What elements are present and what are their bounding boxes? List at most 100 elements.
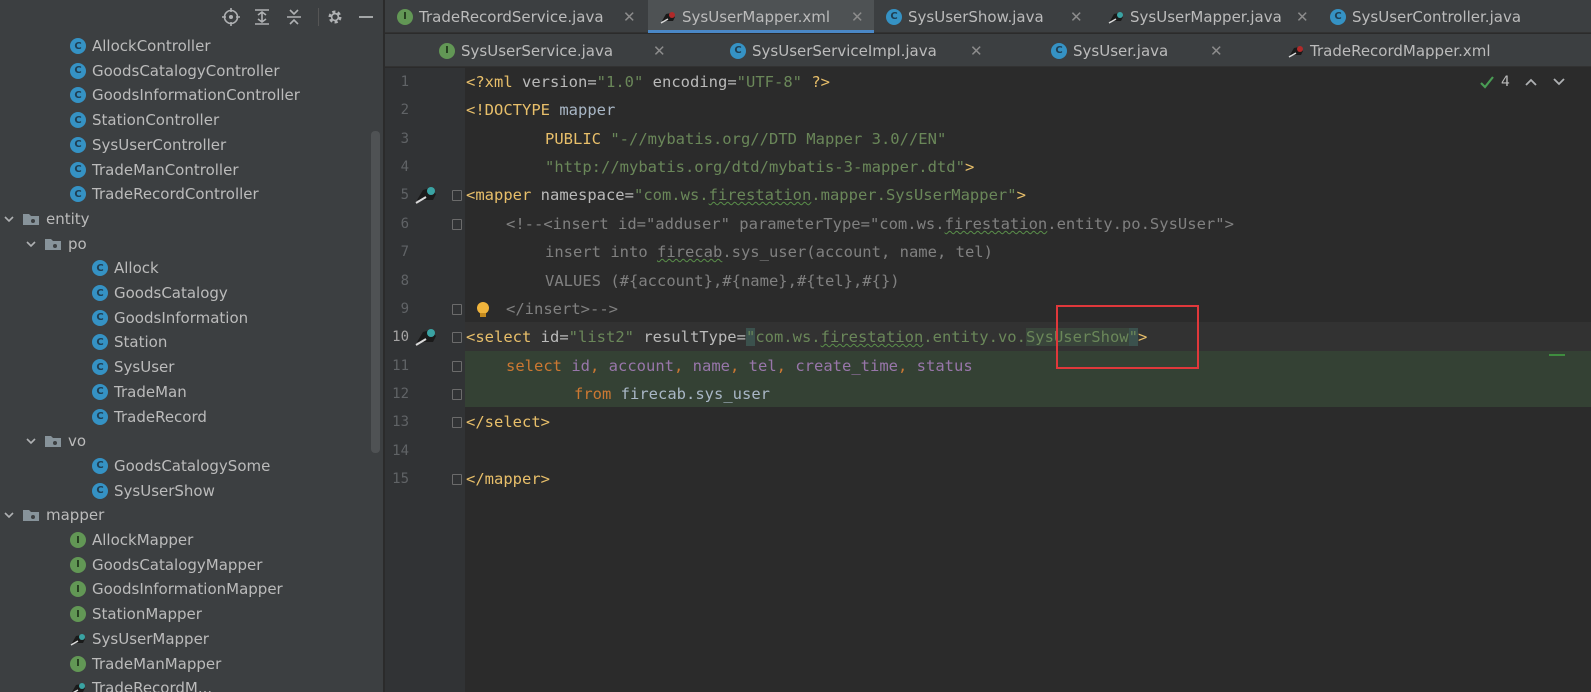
tree-item[interactable]: I GoodsInformationMapper <box>70 577 283 601</box>
tree-item[interactable]: C Allock <box>92 256 159 280</box>
tree-item[interactable]: SysUserMapper <box>70 627 209 651</box>
tree-item[interactable]: C SysUser <box>92 355 174 379</box>
tree-item[interactable]: C GoodsInformationController <box>70 83 300 107</box>
tree-item-label: AllockController <box>92 37 211 55</box>
tree-item[interactable]: vo <box>24 429 86 453</box>
class-icon: C <box>92 482 108 499</box>
tree-item[interactable]: C StationController <box>70 108 219 132</box>
tree-item-label: SysUserController <box>92 135 227 154</box>
expand-all-icon[interactable] <box>251 6 273 28</box>
tree-item[interactable]: I TradeManMapper <box>70 652 221 676</box>
tab-sys-user-controller[interactable]: C SysUserController.java <box>1318 0 1591 33</box>
fold-marker[interactable] <box>452 389 462 400</box>
tree-item-label: SysUser <box>114 358 175 377</box>
class-icon: C <box>70 161 86 178</box>
tab-sys-user[interactable]: C SysUser.java ✕ <box>1039 34 1234 67</box>
locate-icon[interactable] <box>220 6 242 28</box>
code-editor[interactable]: 1 2 3 4 5 6 7 8 9 10 11 12 13 14 15 <?xm… <box>385 68 1591 692</box>
mybatis-icon <box>1108 11 1123 24</box>
tab-sys-user-service[interactable]: I SysUserService.java ✕ <box>427 34 675 67</box>
fold-marker[interactable] <box>452 304 462 315</box>
toolbar-separator <box>318 8 319 26</box>
line-number: 7 <box>400 244 409 260</box>
tree-item-label: TradeRecord <box>114 407 207 426</box>
tree-item[interactable]: C SysUserShow <box>92 479 215 503</box>
line-number: 14 <box>392 443 409 459</box>
fold-marker[interactable] <box>452 190 462 201</box>
chevron-down-icon[interactable] <box>24 434 38 448</box>
tab-trade-record-mapper-xml[interactable]: TradeRecordMapper.xml <box>1276 34 1556 67</box>
interface-icon: I <box>70 556 86 573</box>
tree-item[interactable]: I StationMapper <box>70 602 202 626</box>
tab-trade-record-service[interactable]: I TradeRecordService.java ✕ <box>385 0 648 33</box>
tree-item[interactable]: entity <box>2 207 90 231</box>
line-number: 12 <box>392 386 409 402</box>
tree-item-label: GoodsInformationMapper <box>92 580 283 599</box>
tree-item[interactable]: TradeRecordM... <box>70 676 212 692</box>
code-line-6: <!--<insert id="adduser" parameterType="… <box>506 215 1234 233</box>
tree-item[interactable]: C TradeManController <box>70 158 239 182</box>
class-icon: C <box>886 8 902 25</box>
chevron-down-icon[interactable] <box>2 212 16 226</box>
interface-icon: I <box>70 655 86 672</box>
class-icon: C <box>1330 8 1346 25</box>
gear-icon[interactable] <box>324 6 346 28</box>
class-icon: C <box>92 457 108 474</box>
tree-item[interactable]: po <box>24 232 87 256</box>
class-icon: C <box>70 186 86 203</box>
lightbulb-icon[interactable] <box>475 301 491 319</box>
check-icon <box>1480 76 1494 89</box>
tree-item[interactable]: I GoodsCatalogyMapper <box>70 553 262 577</box>
chevron-down-icon[interactable] <box>1552 75 1566 89</box>
tree-item[interactable]: C AllockController <box>70 34 211 58</box>
collapse-all-icon[interactable] <box>283 6 305 28</box>
close-icon[interactable]: ✕ <box>1296 8 1309 26</box>
inspection-widget[interactable]: 4 <box>1479 74 1566 90</box>
close-icon[interactable]: ✕ <box>1210 42 1223 60</box>
tree-item-label: mapper <box>46 506 105 525</box>
mybatis-gutter-icon[interactable] <box>415 183 439 205</box>
fold-marker[interactable] <box>452 474 462 485</box>
mybatis-icon <box>72 683 85 692</box>
mybatis-gutter-icon[interactable] <box>415 325 439 347</box>
fold-marker[interactable] <box>452 417 462 428</box>
hide-icon[interactable] <box>355 6 377 28</box>
tree-item[interactable]: I AllockMapper <box>70 528 193 552</box>
chevron-up-icon[interactable] <box>1524 75 1538 89</box>
project-scrollbar[interactable] <box>371 131 380 453</box>
interface-icon: I <box>70 532 86 548</box>
fold-marker[interactable] <box>452 332 462 343</box>
line-number: 2 <box>400 102 409 118</box>
close-icon[interactable]: ✕ <box>1070 8 1083 26</box>
tree-item[interactable]: C GoodsCatalogy <box>92 281 228 305</box>
project-panel: C AllockController C GoodsCatalogyControlle… <box>0 0 384 692</box>
close-icon[interactable]: ✕ <box>623 8 636 26</box>
editor-tabs-row-2: I SysUserService.java ✕ C SysUserService… <box>385 34 1591 67</box>
tree-item[interactable]: C TradeRecordController <box>70 182 259 206</box>
tree-item[interactable]: mapper <box>2 503 104 527</box>
tree-item[interactable]: C GoodsCatalogyController <box>70 59 280 83</box>
tab-sys-user-service-impl[interactable]: C SysUserServiceImpl.java ✕ <box>718 34 996 67</box>
tab-sys-user-show[interactable]: C SysUserShow.java ✕ <box>874 0 1096 33</box>
class-icon: C <box>1051 42 1067 59</box>
tree-item[interactable]: C TradeRecord <box>92 405 207 429</box>
fold-marker[interactable] <box>452 219 462 230</box>
chevron-down-icon[interactable] <box>24 237 38 251</box>
tree-item[interactable]: C Station <box>92 330 167 354</box>
tree-item[interactable]: C TradeMan <box>92 380 187 404</box>
tree-item[interactable]: C GoodsInformation <box>92 306 248 330</box>
error-stripe-mark[interactable] <box>1549 354 1565 356</box>
fold-marker[interactable] <box>452 361 462 372</box>
tab-sys-user-mapper-xml[interactable]: SysUserMapper.xml ✕ <box>648 0 874 33</box>
tree-item[interactable]: C SysUserController <box>70 133 226 157</box>
tree-item[interactable]: C GoodsCatalogySome <box>92 454 270 478</box>
tab-label: SysUserController.java <box>1352 7 1522 26</box>
chevron-down-icon[interactable] <box>2 508 16 522</box>
class-icon: C <box>70 112 86 129</box>
close-icon[interactable]: ✕ <box>970 42 983 60</box>
mybatis-xml-icon <box>660 11 675 24</box>
tree-item-label: GoodsInformation <box>114 308 249 327</box>
tab-sys-user-mapper-java[interactable]: SysUserMapper.java ✕ <box>1096 0 1318 33</box>
close-icon[interactable]: ✕ <box>653 42 666 60</box>
close-icon[interactable]: ✕ <box>851 8 864 26</box>
